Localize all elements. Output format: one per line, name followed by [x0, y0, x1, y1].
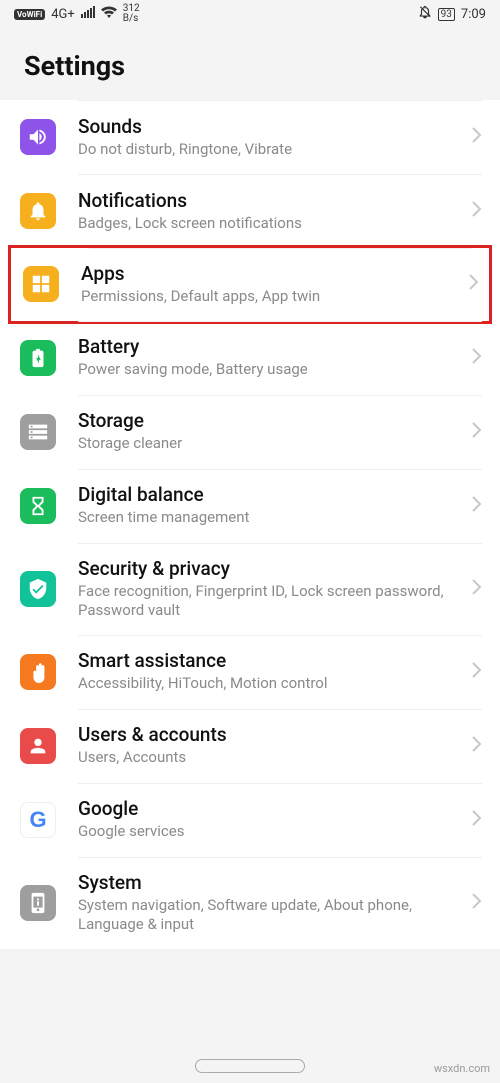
item-title: Apps [81, 262, 461, 285]
item-title: Battery [78, 335, 464, 358]
page-title: Settings [24, 50, 476, 82]
google-icon: G [20, 802, 56, 838]
signal-icon [81, 6, 95, 22]
item-subtitle: Accessibility, HiTouch, Motion control [78, 674, 464, 694]
item-title: System [78, 871, 464, 894]
item-text: SystemSystem navigation, Software update… [78, 871, 464, 935]
chevron-right-icon [472, 736, 482, 756]
vowifi-badge: VoWiFi [14, 9, 45, 20]
item-title: Storage [78, 409, 464, 432]
item-text: StorageStorage cleaner [78, 409, 464, 454]
home-pill[interactable] [195, 1059, 305, 1073]
item-text: GoogleGoogle services [78, 797, 464, 842]
item-subtitle: Badges, Lock screen notifications [78, 214, 464, 234]
chevron-right-icon [472, 579, 482, 599]
settings-list: SoundsDo not disturb, Ringtone, Vibrate N… [0, 100, 500, 949]
item-text: NotificationsBadges, Lock screen notific… [78, 189, 464, 234]
nav-bar[interactable] [0, 1059, 500, 1073]
battery-indicator: 93 [438, 8, 455, 21]
chevron-right-icon [472, 201, 482, 221]
settings-item-notifications[interactable]: NotificationsBadges, Lock screen notific… [0, 174, 500, 248]
page-header: Settings [0, 28, 500, 100]
item-subtitle: Power saving mode, Battery usage [78, 360, 464, 380]
item-subtitle: Screen time management [78, 508, 464, 528]
settings-item-system[interactable]: SystemSystem navigation, Software update… [0, 857, 500, 949]
item-title: Sounds [78, 115, 464, 138]
settings-item-digital[interactable]: Digital balanceScreen time management [0, 469, 500, 543]
item-text: Security & privacyFace recognition, Fing… [78, 557, 464, 621]
settings-item-apps[interactable]: AppsPermissions, Default apps, App twin [8, 245, 492, 324]
chevron-right-icon [472, 127, 482, 147]
person-icon [20, 728, 56, 764]
item-subtitle: Permissions, Default apps, App twin [81, 287, 461, 307]
item-title: Notifications [78, 189, 464, 212]
network-type: 4G+ [51, 7, 75, 22]
item-subtitle: System navigation, Software update, Abou… [78, 896, 464, 935]
item-title: Smart assistance [78, 649, 464, 672]
item-text: Smart assistanceAccessibility, HiTouch, … [78, 649, 464, 694]
settings-item-sounds[interactable]: SoundsDo not disturb, Ringtone, Vibrate [0, 100, 500, 174]
item-text: SoundsDo not disturb, Ringtone, Vibrate [78, 115, 464, 160]
settings-item-users[interactable]: Users & accountsUsers, Accounts [0, 709, 500, 783]
item-text: BatteryPower saving mode, Battery usage [78, 335, 464, 380]
item-title: Users & accounts [78, 723, 464, 746]
item-subtitle: Do not disturb, Ringtone, Vibrate [78, 140, 464, 160]
item-subtitle: Google services [78, 822, 464, 842]
chevron-right-icon [472, 422, 482, 442]
chevron-right-icon [472, 810, 482, 830]
dnd-icon [418, 5, 432, 23]
item-subtitle: Face recognition, Fingerprint ID, Lock s… [78, 582, 464, 621]
net-speed: 312 B/s [123, 4, 140, 24]
item-text: Users & accountsUsers, Accounts [78, 723, 464, 768]
item-subtitle: Storage cleaner [78, 434, 464, 454]
item-text: Digital balanceScreen time management [78, 483, 464, 528]
bell-icon [20, 193, 56, 229]
chevron-right-icon [472, 348, 482, 368]
chevron-right-icon [472, 496, 482, 516]
settings-item-battery[interactable]: BatteryPower saving mode, Battery usage [0, 321, 500, 395]
chevron-right-icon [472, 662, 482, 682]
watermark: wsxdn.com [434, 1062, 490, 1075]
volume-icon [20, 119, 56, 155]
hand-icon [20, 654, 56, 690]
item-title: Security & privacy [78, 557, 464, 580]
status-right: 93 7:09 [418, 5, 486, 23]
wifi-icon [101, 6, 117, 22]
item-title: Digital balance [78, 483, 464, 506]
settings-item-smart[interactable]: Smart assistanceAccessibility, HiTouch, … [0, 635, 500, 709]
chevron-right-icon [472, 893, 482, 913]
item-title: Google [78, 797, 464, 820]
item-text: AppsPermissions, Default apps, App twin [81, 262, 461, 307]
chevron-right-icon [469, 274, 479, 294]
item-subtitle: Users, Accounts [78, 748, 464, 768]
clock: 7:09 [461, 7, 486, 22]
shield-icon [20, 571, 56, 607]
battery-icon [20, 340, 56, 376]
settings-item-google[interactable]: G GoogleGoogle services [0, 783, 500, 857]
settings-item-storage[interactable]: StorageStorage cleaner [0, 395, 500, 469]
storage-icon [20, 414, 56, 450]
grid-icon [23, 266, 59, 302]
system-icon [20, 885, 56, 921]
hourglass-icon [20, 488, 56, 524]
status-left: VoWiFi 4G+ 312 B/s [14, 4, 140, 24]
status-bar: VoWiFi 4G+ 312 B/s 93 7:09 [0, 0, 500, 28]
settings-item-security[interactable]: Security & privacyFace recognition, Fing… [0, 543, 500, 635]
